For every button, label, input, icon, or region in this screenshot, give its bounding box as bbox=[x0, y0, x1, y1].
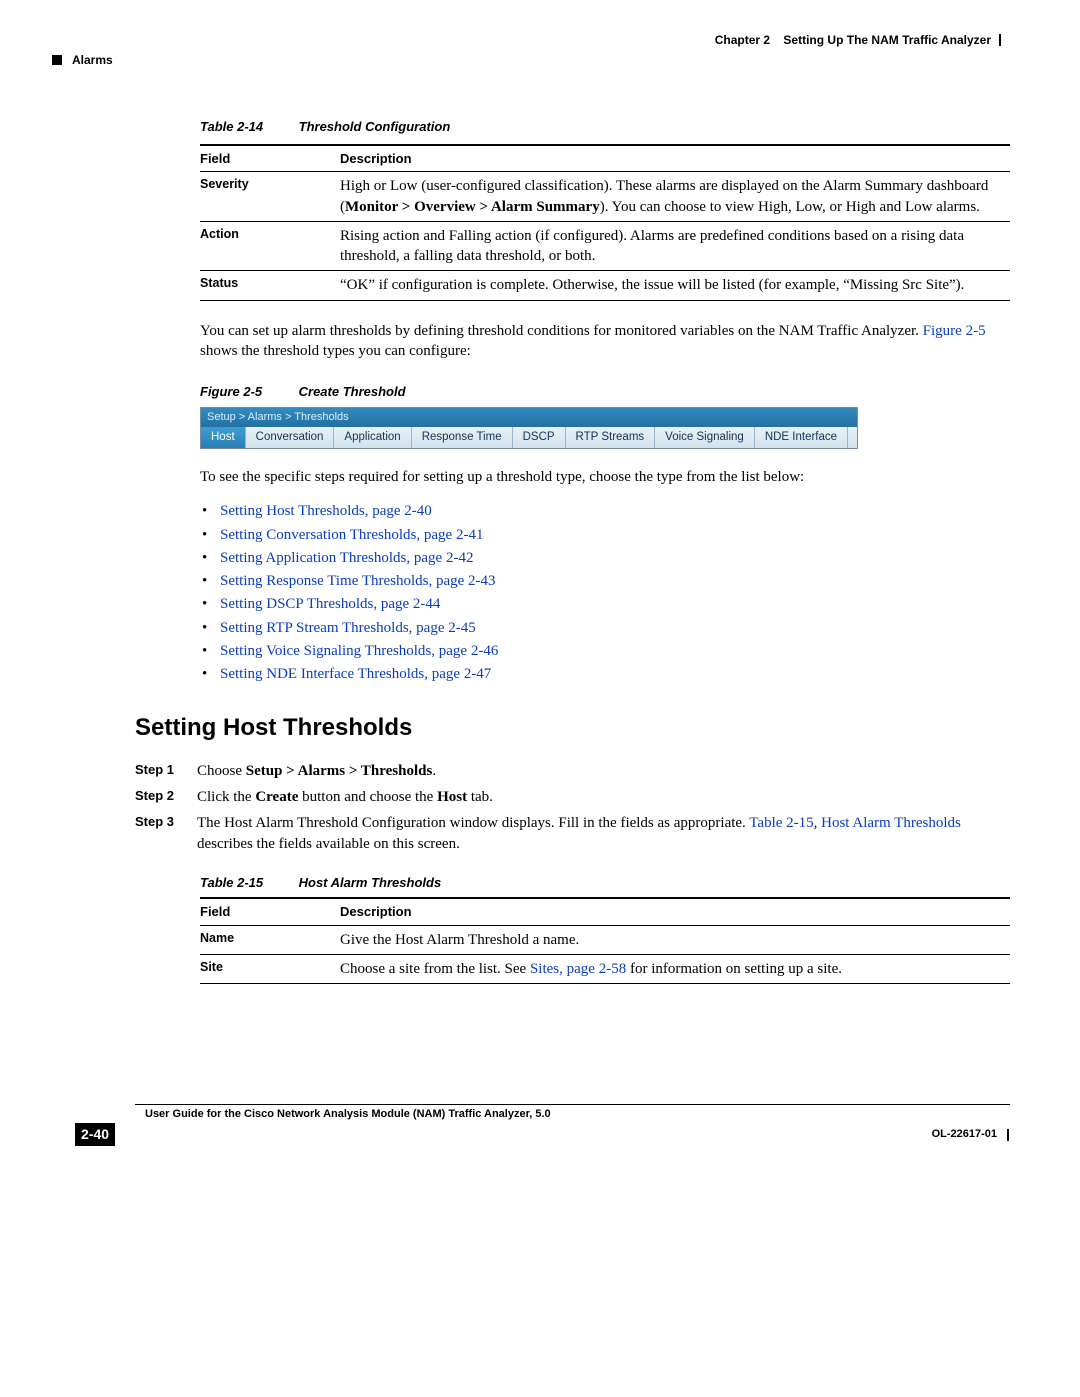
field-desc: High or Low (user-configured classificat… bbox=[340, 172, 1010, 222]
section-heading: Setting Host Thresholds bbox=[135, 712, 1010, 744]
header-section: Alarms bbox=[72, 52, 113, 68]
link-sites-page[interactable]: Sites, page 2-58 bbox=[530, 961, 626, 977]
footer-bar-icon bbox=[1007, 1129, 1010, 1141]
step-label: Step 1 bbox=[135, 761, 197, 781]
caption-title: Create Threshold bbox=[299, 384, 406, 399]
field-desc: Give the Host Alarm Threshold a name. bbox=[340, 925, 1010, 954]
step-body: Click the Create button and choose the H… bbox=[197, 787, 493, 807]
field-name: Action bbox=[200, 221, 340, 271]
row-site: Site Choose a site from the list. See Si… bbox=[200, 955, 1010, 984]
tab-dscp[interactable]: DSCP bbox=[513, 427, 566, 449]
table-2-15-caption: Table 2-15 Host Alarm Thresholds bbox=[200, 874, 1010, 892]
link-host-alarm-thresholds[interactable]: Host Alarm Thresholds bbox=[821, 815, 961, 831]
step-label: Step 2 bbox=[135, 787, 197, 807]
table-2-14-caption: Table 2-14 Threshold Configuration bbox=[200, 118, 1010, 136]
chapter-title: Setting Up The NAM Traffic Analyzer bbox=[783, 33, 991, 47]
field-desc: “OK” if configuration is complete. Other… bbox=[340, 271, 1010, 300]
row-status: Status “OK” if configuration is complete… bbox=[200, 271, 1010, 300]
caption-label: Table 2-14 bbox=[200, 118, 295, 136]
col-description: Description bbox=[340, 898, 1010, 925]
footer-guide-title: User Guide for the Cisco Network Analysi… bbox=[135, 1107, 1010, 1122]
row-action: Action Rising action and Falling action … bbox=[200, 221, 1010, 271]
link-rtp-stream-thresholds[interactable]: Setting RTP Stream Thresholds, page 2-45 bbox=[220, 618, 1010, 638]
table-2-15: Field Description Name Give the Host Ala… bbox=[200, 897, 1010, 984]
caption-title: Host Alarm Thresholds bbox=[299, 875, 442, 890]
table-2-14: Field Description Severity High or Low (… bbox=[200, 144, 1010, 301]
tab-response-time[interactable]: Response Time bbox=[412, 427, 513, 449]
figure-2-5-caption: Figure 2-5 Create Threshold bbox=[200, 383, 1010, 401]
link-host-thresholds[interactable]: Setting Host Thresholds, page 2-40 bbox=[220, 501, 1010, 521]
link-dscp-thresholds[interactable]: Setting DSCP Thresholds, page 2-44 bbox=[220, 594, 1010, 614]
field-desc: Choose a site from the list. See Sites, … bbox=[340, 955, 1010, 984]
col-field: Field bbox=[200, 145, 340, 172]
link-table-2-15[interactable]: Table 2-15 bbox=[749, 815, 813, 831]
header-marker-icon bbox=[52, 55, 62, 65]
tab-nde-interface[interactable]: NDE Interface bbox=[755, 427, 848, 449]
step-label: Step 3 bbox=[135, 813, 197, 854]
tab-application[interactable]: Application bbox=[334, 427, 411, 449]
tab-rtp-streams[interactable]: RTP Streams bbox=[566, 427, 656, 449]
paragraph-choose-type: To see the specific steps required for s… bbox=[200, 467, 1010, 487]
step-3: Step 3 The Host Alarm Threshold Configur… bbox=[135, 813, 1010, 854]
paragraph-thresholds-intro: You can set up alarm thresholds by defin… bbox=[200, 321, 1010, 362]
doc-id: OL-22617-01 bbox=[932, 1127, 997, 1142]
field-name: Name bbox=[200, 925, 340, 954]
field-name: Site bbox=[200, 955, 340, 984]
row-severity: Severity High or Low (user-configured cl… bbox=[200, 172, 1010, 222]
caption-label: Table 2-15 bbox=[200, 874, 295, 892]
link-application-thresholds[interactable]: Setting Application Thresholds, page 2-4… bbox=[220, 548, 1010, 568]
caption-title: Threshold Configuration bbox=[299, 119, 451, 134]
col-description: Description bbox=[340, 145, 1010, 172]
tab-voice-signaling[interactable]: Voice Signaling bbox=[655, 427, 755, 449]
page-number: 2-40 bbox=[75, 1123, 115, 1146]
page-footer: User Guide for the Cisco Network Analysi… bbox=[135, 1104, 1010, 1146]
field-desc: Rising action and Falling action (if con… bbox=[340, 221, 1010, 271]
tab-host[interactable]: Host bbox=[201, 427, 246, 449]
link-voice-signaling-thresholds[interactable]: Setting Voice Signaling Thresholds, page… bbox=[220, 641, 1010, 661]
link-conversation-thresholds[interactable]: Setting Conversation Thresholds, page 2-… bbox=[220, 525, 1010, 545]
field-name: Severity bbox=[200, 172, 340, 222]
step-2: Step 2 Click the Create button and choos… bbox=[135, 787, 1010, 807]
caption-label: Figure 2-5 bbox=[200, 383, 295, 401]
breadcrumb: Setup > Alarms > Thresholds bbox=[201, 408, 857, 427]
link-nde-interface-thresholds[interactable]: Setting NDE Interface Thresholds, page 2… bbox=[220, 664, 1010, 684]
link-figure-2-5[interactable]: Figure 2-5 bbox=[923, 323, 986, 339]
threshold-tabs: Host Conversation Application Response T… bbox=[201, 427, 857, 449]
col-field: Field bbox=[200, 898, 340, 925]
link-response-time-thresholds[interactable]: Setting Response Time Thresholds, page 2… bbox=[220, 571, 1010, 591]
step-body: Choose Setup > Alarms > Thresholds. bbox=[197, 761, 436, 781]
figure-2-5-screenshot: Setup > Alarms > Thresholds Host Convers… bbox=[200, 407, 858, 449]
row-name: Name Give the Host Alarm Threshold a nam… bbox=[200, 925, 1010, 954]
header-chapter: Chapter 2 Setting Up The NAM Traffic Ana… bbox=[715, 32, 1010, 48]
threshold-type-links: Setting Host Thresholds, page 2-40 Setti… bbox=[220, 501, 1010, 684]
chapter-number: Chapter 2 bbox=[715, 33, 770, 47]
field-name: Status bbox=[200, 271, 340, 300]
steps-list: Step 1 Choose Setup > Alarms > Threshold… bbox=[135, 761, 1010, 854]
tab-conversation[interactable]: Conversation bbox=[246, 427, 335, 449]
step-1: Step 1 Choose Setup > Alarms > Threshold… bbox=[135, 761, 1010, 781]
step-body: The Host Alarm Threshold Configuration w… bbox=[197, 813, 1010, 854]
